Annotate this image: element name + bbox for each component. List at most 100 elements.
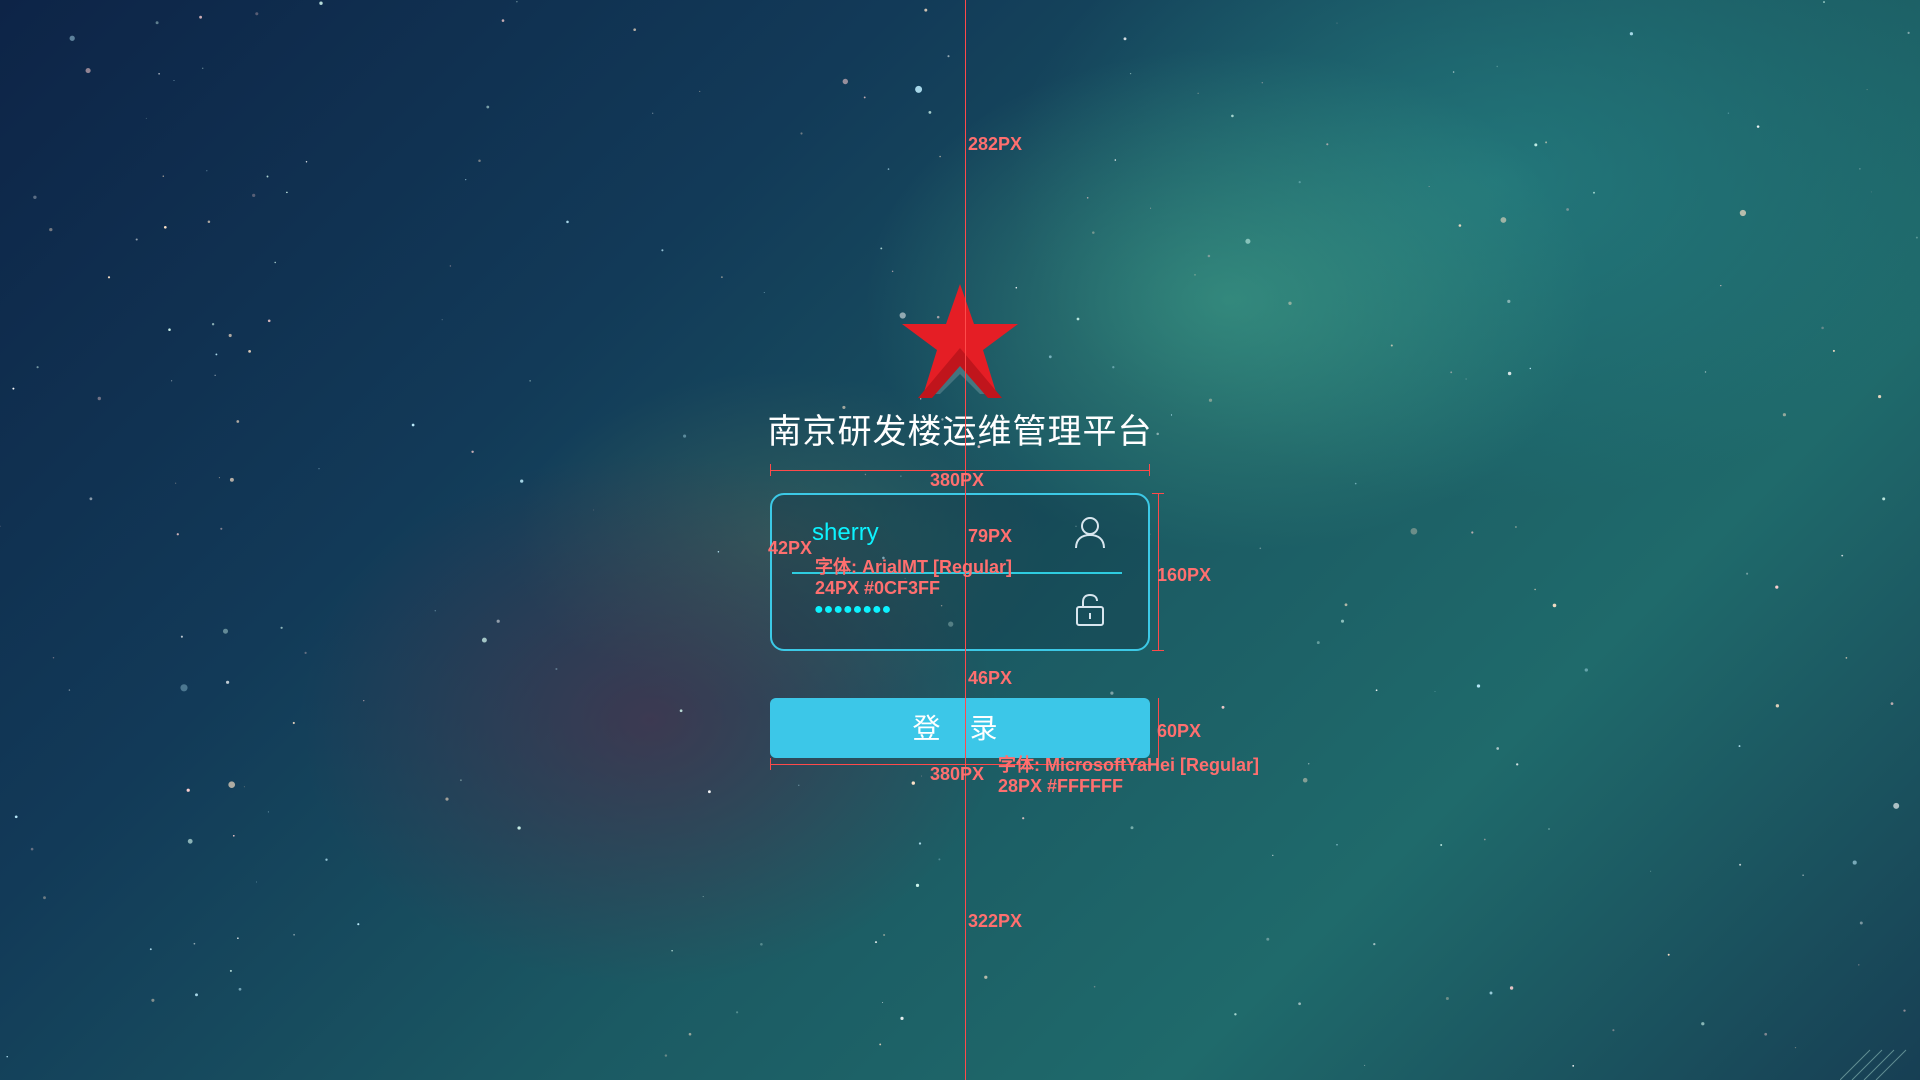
star-particle [1915,236,1918,239]
star-particle [1509,986,1514,990]
star-particle [411,423,415,427]
star-particle [1870,191,1872,193]
star-particle [1326,143,1329,146]
corner-decoration-lines [1840,1049,1907,1080]
star-particle [187,838,193,844]
star-particle [1746,572,1749,575]
star-particle [357,923,360,926]
star-particle [900,475,902,477]
star-particle [1231,114,1234,118]
star-particle [238,987,242,991]
star-particle [1738,745,1741,748]
star-particle [85,68,91,74]
star-particle [928,110,932,114]
star-particle [671,949,673,952]
star-particle [266,175,269,178]
star-particle [501,19,505,22]
star-particle [1208,398,1213,402]
star-particle [1866,89,1868,91]
star-particle [593,509,595,511]
star-particle [1471,531,1474,534]
star-particle [900,1016,904,1021]
star-particle [149,948,152,951]
star-particle [486,105,490,109]
star-particle [1802,874,1804,876]
annotation-field-offset: 42PX [768,538,813,558]
star-particle [218,477,220,479]
star-particle [1272,854,1274,856]
username-field[interactable]: sherry [812,519,879,547]
star-particle [1890,702,1894,705]
star-particle [195,993,198,997]
star-particle [434,610,436,612]
annotation-username-font-spec: 24PX #0CF3FF [815,578,941,598]
star-particle [915,883,920,888]
star-particle [1852,860,1857,865]
star-particle [1207,254,1211,258]
star-particle [97,396,101,401]
star-particle [496,619,500,623]
star-particle [915,85,923,93]
star-particle [1516,763,1519,766]
star-particle [1445,996,1449,1001]
star-particle [1129,72,1132,75]
star-particle [1882,497,1886,501]
star-particle [1858,964,1860,966]
star-particle [223,628,228,634]
login-button[interactable]: 登 录 [770,698,1150,758]
star-particle [1266,937,1270,941]
star-particle [1093,985,1096,988]
star-particle [107,276,111,279]
star-particle [1450,371,1453,374]
star-particle [441,319,443,321]
star-particle [1859,921,1863,925]
star-particle [864,473,867,476]
star-particle [911,781,915,785]
star-particle [36,366,39,369]
star-particle [163,225,167,229]
user-icon [1075,517,1105,549]
star-particle [1259,547,1262,550]
star-particle [1552,603,1557,608]
star-particle [1823,1,1825,3]
star-particle [707,790,711,794]
star-particle [1298,181,1301,184]
star-particle [201,67,204,70]
star-particle [1110,691,1114,695]
star-particle [1373,942,1376,946]
star-particle [1092,231,1095,234]
star-particle [186,788,190,792]
star-particle [228,781,236,789]
star-particle [516,1,518,3]
star-particle [633,28,637,32]
star-particle [1893,802,1900,809]
star-particle [1907,31,1910,34]
star-particle [252,193,256,198]
star-particle [1593,191,1595,194]
star-particle [215,353,218,356]
star-particle [214,374,216,376]
star-particle [305,161,308,163]
star-particle [652,112,654,114]
star-particle [1489,991,1493,995]
annotation-form-width: 380PX [930,470,985,490]
annotation-bottom-spacing: 322PX [968,911,1023,931]
password-field[interactable]: ●●●●●●●● [814,601,891,619]
star-particle [256,881,257,883]
star-particle [1428,186,1430,187]
star-particle [1612,1029,1615,1032]
star-particle [171,380,173,382]
annotation-field-height: 79PX [968,526,1013,546]
annotation-top-spacing: 282PX [968,134,1023,154]
star-particle [248,350,251,353]
star-particle [1572,1065,1575,1067]
star-particle [449,265,452,267]
star-particle [304,651,307,655]
star-particle [566,220,569,224]
star-particle [717,551,720,553]
star-particle [874,941,878,944]
star-particle [176,533,179,536]
annotation-username-font: 字体: ArialMT [Regular] [815,557,1013,577]
star-particle [880,247,883,250]
star-particle [1739,863,1742,866]
